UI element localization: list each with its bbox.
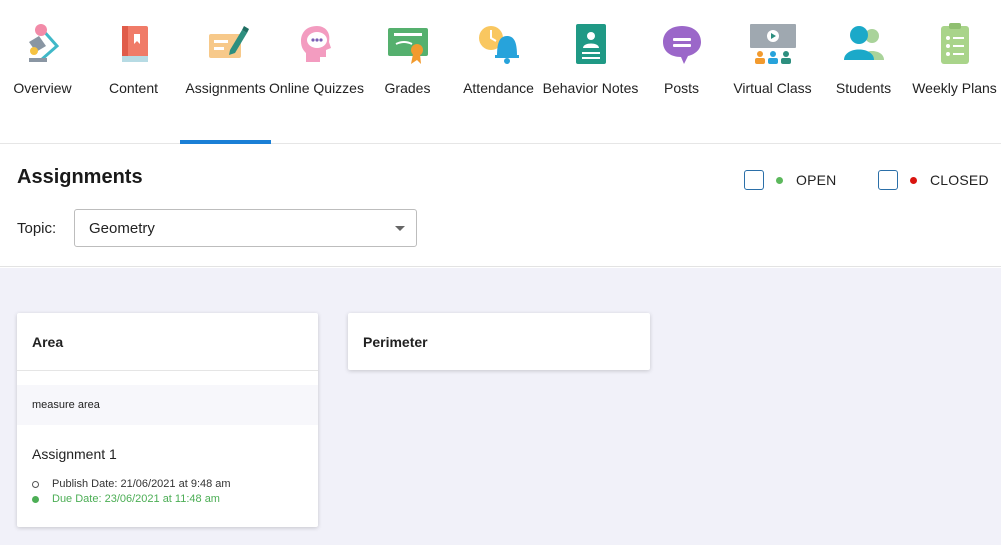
open-status-dot xyxy=(776,176,783,184)
chevron-down-icon xyxy=(395,226,405,231)
topic-card-perimeter[interactable]: Perimeter xyxy=(348,313,650,370)
nav-item-attendance[interactable]: Attendance xyxy=(453,0,544,144)
legend-closed: CLOSED xyxy=(878,170,989,190)
nav-label: Virtual Class xyxy=(733,80,812,96)
closed-status-dot xyxy=(910,176,917,184)
nav-label: Online Quizzes xyxy=(269,80,364,96)
nav-label: Behavior Notes xyxy=(542,80,639,96)
certificate-icon xyxy=(387,28,428,64)
chat-bubble-icon xyxy=(662,26,701,64)
assignment-name[interactable]: Assignment 1 xyxy=(32,446,117,462)
card-divider xyxy=(17,370,318,371)
nav-item-virtual-class[interactable]: Virtual Class xyxy=(727,0,818,144)
nav-item-online-quizzes[interactable]: Online Quizzes xyxy=(269,0,364,144)
overview-icon xyxy=(28,24,59,62)
closed-filter-checkbox[interactable] xyxy=(878,170,898,190)
card-title: Area xyxy=(32,334,64,350)
due-date-text: Due Date: 23/06/2021 at 11:48 am xyxy=(52,493,220,505)
nav-label: Assignments xyxy=(185,80,266,96)
assignments-header: Assignments OPEN CLOSED Topic: Geometry xyxy=(0,145,1001,267)
top-nav: Overview Content Assignments Online Quiz… xyxy=(0,0,1001,144)
legend-open-label: OPEN xyxy=(796,172,837,188)
card-title: Perimeter xyxy=(363,334,428,350)
nav-item-content[interactable]: Content xyxy=(88,0,179,144)
book-icon xyxy=(121,26,148,62)
bell-clock-icon xyxy=(478,26,519,64)
due-date: Due Date: 23/06/2021 at 11:48 am xyxy=(32,492,220,506)
nav-item-assignments[interactable]: Assignments xyxy=(180,0,271,144)
nav-item-students[interactable]: Students xyxy=(818,0,909,144)
quiz-head-icon xyxy=(300,26,331,62)
nav-item-overview[interactable]: Overview xyxy=(0,0,88,144)
publish-date: Publish Date: 21/06/2021 at 9:48 am xyxy=(32,477,231,491)
nav-item-posts[interactable]: Posts xyxy=(636,0,727,144)
topic-select-value: Geometry xyxy=(89,220,155,237)
clipboard-list-icon xyxy=(940,23,969,64)
nav-label: Content xyxy=(108,80,159,96)
topic-card-area[interactable]: Area measure area Assignment 1 Publish D… xyxy=(17,313,318,527)
card-description-text: measure area xyxy=(32,399,100,411)
nav-item-behavior-notes[interactable]: Behavior Notes xyxy=(543,0,638,144)
card-description: measure area xyxy=(17,385,318,425)
topic-select[interactable]: Geometry xyxy=(74,209,417,247)
nav-label: Weekly Plans xyxy=(912,80,997,96)
legend-open: OPEN xyxy=(744,170,836,190)
virtual-class-icon xyxy=(749,24,796,64)
nav-label: Students xyxy=(835,80,892,96)
page-title: Assignments xyxy=(17,166,143,188)
publish-date-text: Publish Date: 21/06/2021 at 9:48 am xyxy=(52,478,231,490)
topic-label: Topic: xyxy=(17,220,57,237)
legend-closed-label: CLOSED xyxy=(930,172,989,188)
assignment-pen-icon xyxy=(208,26,249,58)
nav-item-weekly-plans[interactable]: Weekly Plans xyxy=(909,0,1000,144)
due-dot-icon xyxy=(32,495,39,503)
nav-label: Attendance xyxy=(463,80,534,96)
open-filter-checkbox[interactable] xyxy=(744,170,764,190)
nav-label: Overview xyxy=(13,80,72,96)
nav-label: Grades xyxy=(384,80,431,96)
id-card-icon xyxy=(575,24,606,64)
nav-label: Posts xyxy=(663,80,699,96)
assignments-content: Area measure area Assignment 1 Publish D… xyxy=(0,268,1001,545)
nav-item-grades[interactable]: Grades xyxy=(362,0,453,144)
students-icon xyxy=(843,26,884,60)
publish-dot-icon xyxy=(32,480,39,488)
